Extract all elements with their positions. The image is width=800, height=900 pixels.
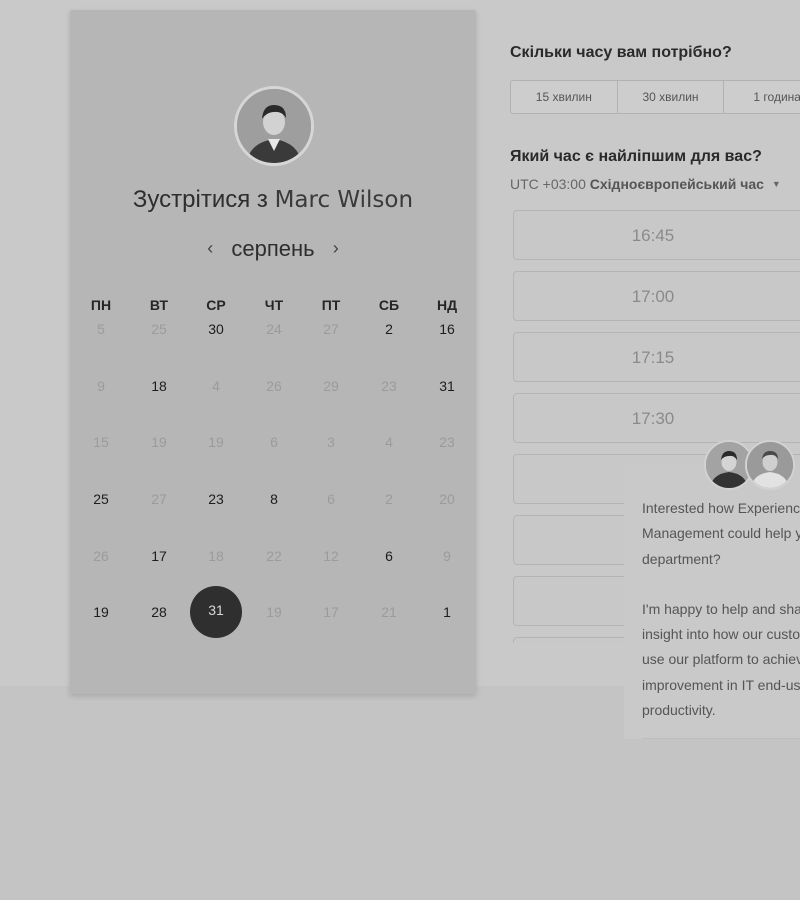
duration-option-60[interactable]: 1 година: [724, 81, 800, 113]
chat-message-line: use our platform to achieve: [642, 651, 800, 668]
chat-message-line: insight into how our customers: [642, 626, 800, 643]
chat-divider: [642, 738, 800, 739]
chat-message-line: productivity.: [642, 702, 716, 719]
calendar-day: 3: [327, 434, 335, 450]
calendar-day[interactable]: 16: [422, 304, 472, 354]
calendar-day[interactable]: 6: [364, 531, 414, 581]
chat-message-line: I'm happy to help and share: [642, 600, 800, 617]
calendar-day: 19: [151, 434, 167, 450]
time-slot-button[interactable]: 17:15: [513, 332, 800, 382]
chat-popup[interactable]: Interested how Experience Management coul…: [624, 464, 800, 739]
calendar-day: 24: [266, 321, 282, 337]
month-label: серпень: [231, 236, 315, 261]
calendar-day[interactable]: 28: [134, 587, 184, 637]
calendar-day: 19: [208, 434, 224, 450]
duration-question: Скільки часу вам потрібно?: [510, 44, 732, 61]
prev-month-button[interactable]: ‹: [195, 238, 225, 259]
calendar-day[interactable]: 23: [191, 474, 241, 524]
calendar-day: 6: [327, 491, 335, 507]
calendar-day: 27: [323, 321, 339, 337]
calendar-day: 5: [97, 321, 105, 337]
duration-option-30[interactable]: 30 хвилин: [618, 81, 725, 113]
chat-message-line: [642, 572, 800, 597]
calendar-day[interactable]: 17: [134, 531, 184, 581]
calendar-day: 25: [151, 321, 167, 337]
meeting-title-prefix: Зустрітися з: [132, 186, 268, 213]
calendar-day: 26: [93, 548, 109, 564]
calendar-day: 27: [151, 491, 167, 507]
calendar-day: 12: [323, 548, 339, 564]
duration-selector: 15 хвилин 30 хвилин 1 година: [510, 80, 800, 114]
time-question: Який час є найліпшим для вас?: [510, 148, 762, 165]
calendar-day: 4: [212, 378, 220, 394]
calendar-day[interactable]: 25: [76, 474, 126, 524]
calendar-card: Зустрітися з Marc Wilson ‹ серпень › ПН В…: [70, 10, 476, 694]
host-name: Marc Wilson: [274, 187, 414, 213]
calendar-day: 9: [443, 548, 451, 564]
chat-message: Interested how Experience Management coul…: [642, 496, 800, 723]
chat-message-line: department?: [642, 550, 721, 567]
calendar-day: 4: [385, 434, 393, 450]
calendar-day: 6: [270, 434, 278, 450]
calendar-day: 20: [439, 491, 455, 507]
calendar-day: 2: [385, 491, 393, 507]
time-slot-button[interactable]: 17:00: [513, 271, 800, 321]
calendar-day-selected[interactable]: 31: [190, 586, 242, 638]
timezone-selector[interactable]: UTC +03:00 Східноєвропейський час ▼: [510, 176, 781, 192]
calendar-day[interactable]: 8: [249, 474, 299, 524]
calendar-day: 18: [208, 548, 224, 564]
month-navigation: ‹ серпень ›: [70, 236, 476, 262]
timezone-name: Східноєвропейський час: [589, 176, 764, 192]
calendar-day: 17: [323, 604, 339, 620]
next-month-button[interactable]: ›: [321, 238, 351, 259]
calendar-day[interactable]: 19: [76, 587, 126, 637]
chat-message-line: Interested how Experience: [642, 500, 800, 516]
timezone-offset: UTC +03:00: [510, 176, 586, 192]
calendar-day: 19: [266, 604, 282, 620]
host-avatar: [234, 86, 314, 166]
calendar-day: 26: [266, 378, 282, 394]
duration-option-15[interactable]: 15 хвилин: [511, 81, 618, 113]
calendar-day: 22: [266, 548, 282, 564]
calendar-day: 21: [381, 604, 397, 620]
caret-down-icon: ▼: [771, 179, 781, 189]
calendar-day[interactable]: 2: [364, 304, 414, 354]
calendar-day[interactable]: 30: [191, 304, 241, 354]
chat-message-line: improvement in IT end-user: [642, 676, 800, 693]
meeting-title: Зустрітися з Marc Wilson: [70, 186, 476, 214]
calendar-day: 29: [323, 378, 339, 394]
time-slot-button[interactable]: 17:30: [513, 393, 800, 443]
calendar-day: 15: [93, 434, 109, 450]
calendar-day[interactable]: 18: [134, 361, 184, 411]
calendar-day: 23: [439, 434, 455, 450]
chat-agent-avatar-2[interactable]: [745, 440, 795, 490]
chat-message-line: Management could help your: [642, 525, 800, 542]
calendar-day[interactable]: 31: [422, 361, 472, 411]
calendar-day: 23: [381, 378, 397, 394]
calendar-day[interactable]: 1: [422, 587, 472, 637]
calendar-day: 9: [97, 378, 105, 394]
time-slot-button[interactable]: 16:45: [513, 210, 800, 260]
